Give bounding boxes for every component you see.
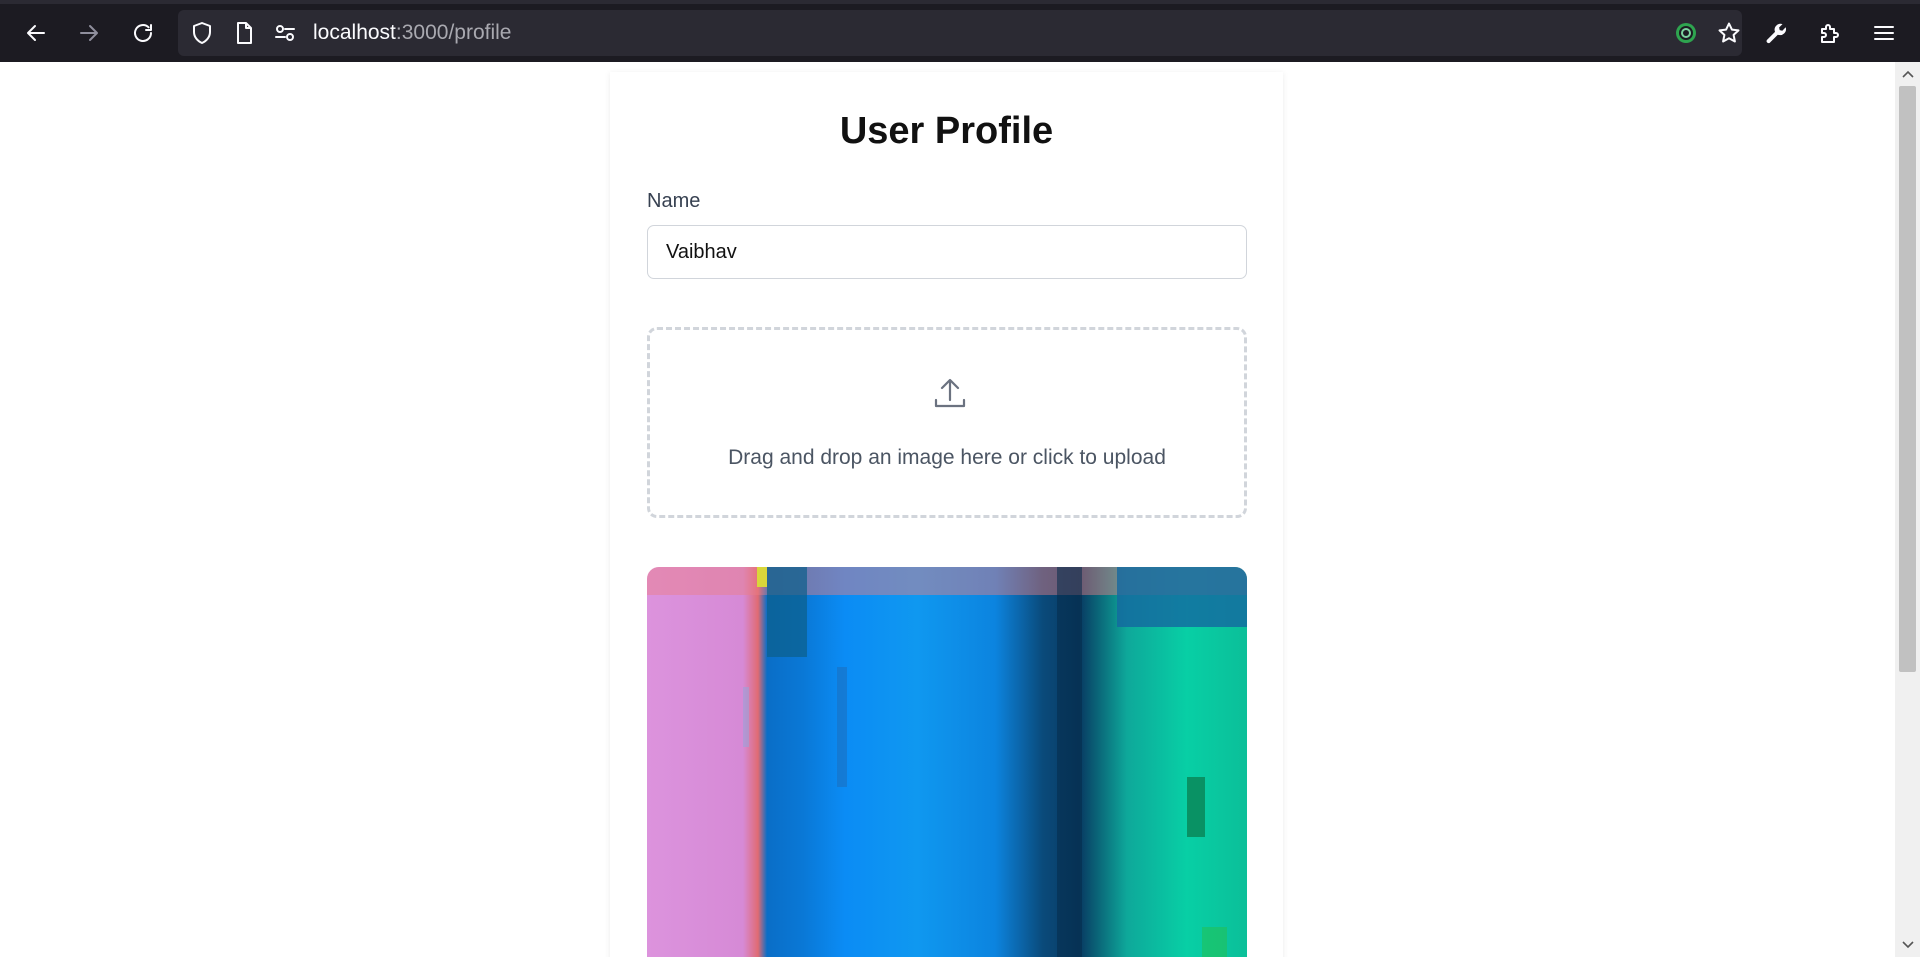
page-icon <box>232 21 256 45</box>
extensions-icon <box>1821 24 1839 43</box>
address-bar[interactable]: localhost:3000/profile <box>178 10 1742 56</box>
dropzone-text: Drag and drop an image here or click to … <box>728 446 1166 469</box>
scroll-down-button[interactable] <box>1895 935 1920 955</box>
chevron-up-icon <box>1901 70 1914 78</box>
url-host: localhost <box>313 21 396 44</box>
wrench-icon <box>1766 23 1786 44</box>
page-title: User Profile <box>839 110 1054 152</box>
shield-icon[interactable] <box>190 21 214 45</box>
forward-button[interactable] <box>69 13 109 53</box>
chevron-down-icon <box>1901 941 1914 949</box>
abstract-paint-image <box>647 567 1247 957</box>
back-button[interactable] <box>16 13 56 53</box>
image-dropzone[interactable]: Drag and drop an image here or click to … <box>647 327 1247 518</box>
profile-card: User Profile Name Drag and drop an image… <box>610 72 1283 957</box>
developer-tools-button[interactable] <box>1756 13 1796 53</box>
reload-icon <box>134 24 152 42</box>
url-path: :3000/profile <box>395 21 512 44</box>
uploaded-image-preview <box>647 567 1247 957</box>
name-label: Name <box>647 190 701 212</box>
menu-button[interactable] <box>1864 13 1904 53</box>
browser-toolbar: localhost:3000/profile <box>0 0 1920 62</box>
reload-button[interactable] <box>123 13 163 53</box>
upload-icon <box>934 378 966 408</box>
tab-strip-edge <box>0 0 1920 4</box>
scrollbar-thumb[interactable] <box>1899 86 1916 672</box>
bookmark-star-icon[interactable] <box>1717 21 1741 45</box>
page-viewport: User Profile Name Drag and drop an image… <box>0 62 1895 957</box>
scroll-up-button[interactable] <box>1895 64 1920 84</box>
page-scrollbar[interactable] <box>1895 62 1920 957</box>
site-permissions-icon[interactable] <box>273 21 297 45</box>
menu-icon <box>1874 26 1894 40</box>
name-input[interactable] <box>647 225 1247 279</box>
forward-arrow-icon <box>80 25 98 41</box>
url-text[interactable]: localhost:3000/profile <box>313 21 511 45</box>
extensions-button[interactable] <box>1810 13 1850 53</box>
back-arrow-icon <box>27 25 45 41</box>
extension-badge-icon[interactable] <box>1674 21 1698 45</box>
